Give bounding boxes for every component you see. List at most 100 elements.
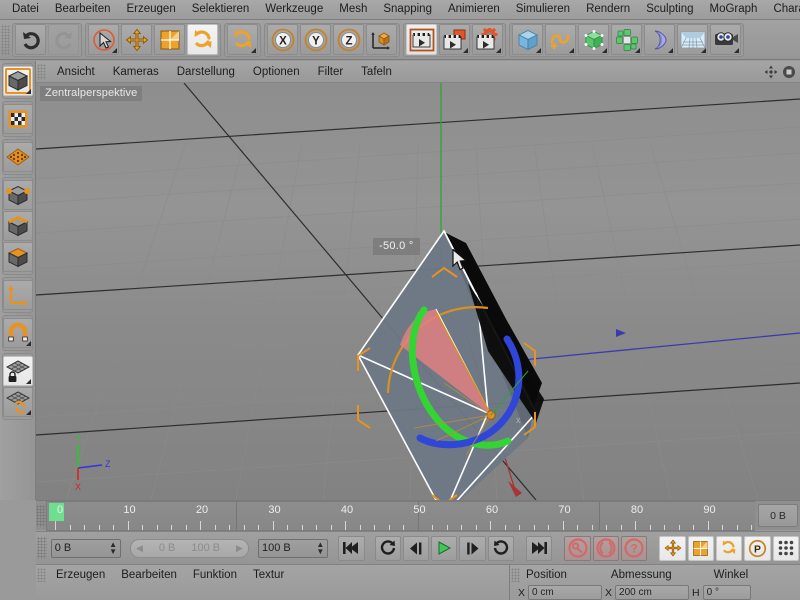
- current-time-field[interactable]: 0 B ▲▼: [51, 539, 121, 558]
- key-dots-button[interactable]: [773, 536, 799, 561]
- model-mode-button[interactable]: [3, 66, 33, 96]
- render-settings-button[interactable]: [472, 24, 503, 55]
- current-time-spinner[interactable]: ▲▼: [109, 541, 117, 555]
- menu-item-rendern[interactable]: Rendern: [578, 0, 638, 19]
- deformer-button[interactable]: [644, 24, 675, 55]
- viewport-menu-optionen[interactable]: Optionen: [244, 62, 309, 82]
- workplane-rotate-button[interactable]: [3, 387, 33, 417]
- menu-item-sculpting[interactable]: Sculpting: [638, 0, 701, 19]
- lock-workplane-button[interactable]: [3, 356, 33, 386]
- undo-button[interactable]: [15, 24, 46, 55]
- texture-mode-button[interactable]: [3, 104, 33, 134]
- size-x-input[interactable]: 200 cm: [615, 585, 689, 600]
- menu-item-charakter[interactable]: Charakt: [765, 0, 800, 19]
- timeline-end-field[interactable]: 0 B: [758, 504, 798, 527]
- scale-tool-button[interactable]: [154, 24, 185, 55]
- cinema4d-window: Datei Bearbeiten Erzeugen Selektieren We…: [0, 0, 800, 600]
- menu-item-snapping[interactable]: Snapping: [375, 0, 440, 19]
- step-back-button[interactable]: [403, 536, 429, 561]
- range-left-arrow-icon[interactable]: ◀: [136, 543, 143, 554]
- previous-key-button[interactable]: [375, 536, 401, 561]
- key-scale-button[interactable]: [688, 536, 714, 561]
- play-button[interactable]: [431, 536, 457, 561]
- render-view-button[interactable]: [406, 24, 437, 55]
- nurbs-button[interactable]: [578, 24, 609, 55]
- maximize-viewport-icon[interactable]: [782, 65, 796, 79]
- menu-item-datei[interactable]: Datei: [4, 0, 47, 19]
- viewport-menu-tafeln[interactable]: Tafeln: [352, 62, 401, 82]
- position-x-input[interactable]: 0 cm: [528, 585, 602, 600]
- next-key-button[interactable]: [488, 536, 514, 561]
- viewport-3d[interactable]: x Zentralperspektive -50.0 ° Y Z X: [36, 83, 800, 500]
- autokey-button[interactable]: [593, 536, 619, 561]
- environment-button[interactable]: [677, 24, 708, 55]
- menu-item-erzeugen[interactable]: Erzeugen: [118, 0, 183, 19]
- viewport-menu-kameras[interactable]: Kameras: [104, 62, 168, 82]
- material-menu-textur[interactable]: Textur: [245, 566, 292, 585]
- live-selection-button[interactable]: [88, 24, 119, 55]
- timeline-tick: [461, 525, 462, 530]
- axis-mode-button[interactable]: [3, 280, 33, 310]
- render-picture-viewer-button[interactable]: [439, 24, 470, 55]
- viewport-menu-filter[interactable]: Filter: [309, 62, 353, 82]
- polygon-surface-button[interactable]: [3, 142, 33, 172]
- rotate-tool-button[interactable]: [187, 24, 218, 55]
- coordinates-header-winkel: Winkel: [706, 566, 757, 585]
- go-to-end-button[interactable]: [526, 536, 552, 561]
- axis-lock-y-button[interactable]: Y: [300, 24, 331, 55]
- edges-mode-button[interactable]: [3, 211, 33, 241]
- rotate-standalone-button[interactable]: [227, 24, 258, 55]
- primitive-cube-button[interactable]: [512, 24, 543, 55]
- key-rotation-button[interactable]: [716, 536, 742, 561]
- key-parameter-button[interactable]: P: [744, 536, 770, 561]
- menu-item-werkzeuge[interactable]: Werkzeuge: [257, 0, 331, 19]
- pan-viewport-icon[interactable]: [764, 65, 778, 79]
- viewport-menu-darstellung[interactable]: Darstellung: [168, 62, 244, 82]
- viewport-menu-grip[interactable]: [37, 64, 46, 80]
- axis-lock-z-button[interactable]: Z: [333, 24, 364, 55]
- menu-item-simulieren[interactable]: Simulieren: [508, 0, 578, 19]
- menu-item-bearbeiten[interactable]: Bearbeiten: [47, 0, 119, 19]
- range-end-value: 100 B: [191, 542, 220, 554]
- timeline-tick: [751, 525, 752, 530]
- material-menu-erzeugen[interactable]: Erzeugen: [48, 566, 113, 585]
- transport-grip[interactable]: [37, 537, 47, 559]
- timeline-tick: [84, 525, 85, 530]
- material-manager-grip[interactable]: [37, 568, 46, 582]
- menu-item-mesh[interactable]: Mesh: [331, 0, 375, 19]
- key-mode-button[interactable]: ?: [621, 536, 647, 561]
- left-group-surface: [2, 139, 33, 175]
- camera-button[interactable]: [710, 24, 741, 55]
- points-mode-button[interactable]: [3, 180, 33, 210]
- coordinate-system-button[interactable]: [366, 24, 397, 55]
- menu-item-mograph[interactable]: MoGraph: [702, 0, 766, 19]
- menu-item-animieren[interactable]: Animieren: [440, 0, 508, 19]
- material-menu-bearbeiten[interactable]: Bearbeiten: [113, 566, 185, 585]
- preview-range-field[interactable]: ◀ 0 B 100 B ▶: [130, 539, 249, 558]
- timeline-divider: [236, 501, 237, 530]
- timeline-ruler[interactable]: 0102030405060708090100: [46, 501, 755, 531]
- redo-button[interactable]: [48, 24, 79, 55]
- material-menu-funktion[interactable]: Funktion: [185, 566, 245, 585]
- key-position-button[interactable]: [659, 536, 685, 561]
- document-end-field[interactable]: 100 B ▲▼: [258, 539, 328, 558]
- record-key-button[interactable]: [564, 536, 590, 561]
- timeline-grip[interactable]: [36, 505, 46, 527]
- step-forward-button[interactable]: [459, 536, 485, 561]
- axis-lock-x-button[interactable]: X: [267, 24, 298, 55]
- coordinates-manager-grip[interactable]: [511, 568, 520, 582]
- timeline-tick: [650, 525, 651, 530]
- toolbar-drag-grip[interactable]: [1, 25, 10, 55]
- spline-button[interactable]: [545, 24, 576, 55]
- menu-item-selektieren[interactable]: Selektieren: [184, 0, 258, 19]
- move-tool-button[interactable]: [121, 24, 152, 55]
- document-end-spinner[interactable]: ▲▼: [316, 541, 324, 555]
- go-to-start-button[interactable]: [338, 536, 364, 561]
- array-button[interactable]: [611, 24, 642, 55]
- angle-h-input[interactable]: 0 °: [703, 585, 751, 600]
- polygons-mode-icon: [6, 245, 30, 269]
- polygons-mode-button[interactable]: [3, 242, 33, 272]
- magnet-button[interactable]: [3, 318, 33, 348]
- range-right-arrow-icon[interactable]: ▶: [236, 543, 243, 554]
- viewport-menu-ansicht[interactable]: Ansicht: [48, 62, 104, 82]
